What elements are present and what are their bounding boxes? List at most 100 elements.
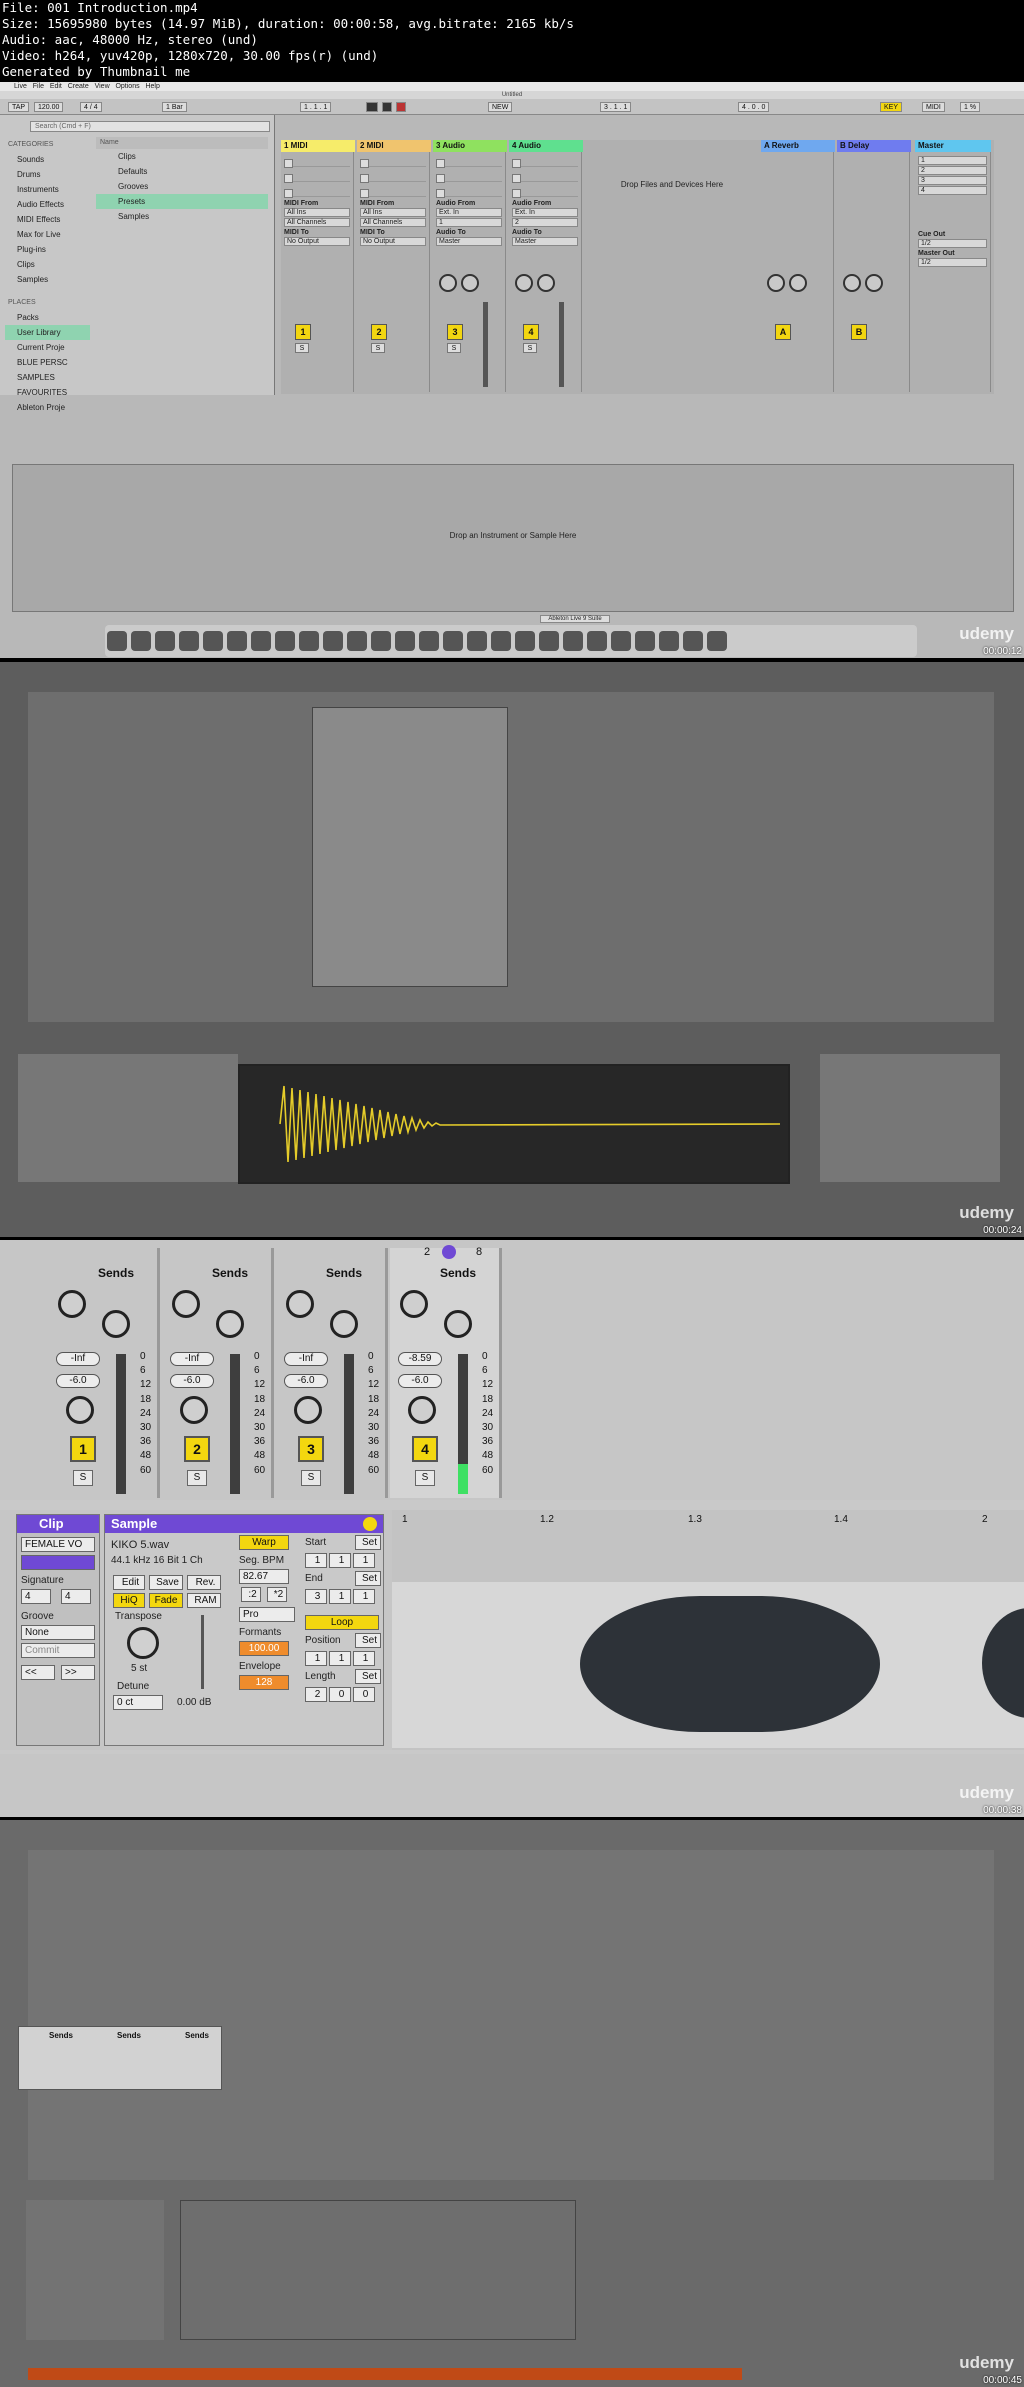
send-b-knob[interactable] (330, 1310, 358, 1338)
send-b-knob[interactable] (865, 274, 883, 292)
pan-value[interactable]: -6.0 (398, 1374, 442, 1388)
place-user-library[interactable]: User Library (5, 325, 90, 340)
new-button[interactable]: NEW (488, 102, 513, 112)
start-bar[interactable]: 1 (305, 1553, 327, 1568)
end-bar[interactable]: 3 (305, 1589, 327, 1604)
master-out-select[interactable]: 1/2 (918, 258, 987, 267)
groove-select[interactable]: None (21, 1625, 95, 1640)
send-b-knob[interactable] (789, 274, 807, 292)
drop-files-area[interactable]: Drop Files and Devices Here (587, 180, 757, 189)
play-icon[interactable] (366, 102, 378, 112)
master-title[interactable]: Master (915, 140, 991, 152)
nudge-back-button[interactable]: << (21, 1665, 55, 1680)
menu-edit[interactable]: Edit (50, 83, 62, 90)
track-title-2[interactable]: 2 MIDI (357, 140, 431, 152)
menu-file[interactable]: File (33, 83, 44, 90)
signature-denominator[interactable]: 4 (61, 1589, 91, 1604)
send-a-knob[interactable] (439, 274, 457, 292)
category-audio-effects[interactable]: Audio Effects (5, 197, 90, 212)
clip-slot[interactable] (512, 185, 578, 197)
place-blue-persc[interactable]: BLUE PERSC (5, 355, 90, 370)
sample-waveform-editor[interactable]: 1 1.2 1.3 1.4 2 (392, 1510, 1024, 1750)
start-beat[interactable]: 1 (329, 1553, 351, 1568)
output-select[interactable]: No Output (284, 237, 350, 246)
track-title-1[interactable]: 1 MIDI (281, 140, 355, 152)
transpose-knob[interactable] (127, 1627, 159, 1659)
end-beat[interactable]: 1 (329, 1589, 351, 1604)
category-instruments[interactable]: Instruments (5, 182, 90, 197)
device-view[interactable]: Drop an Instrument or Sample Here (12, 464, 1014, 612)
solo-button[interactable]: S (371, 343, 385, 353)
beat-ruler[interactable]: 1 1.2 1.3 1.4 2 (392, 1514, 1024, 1526)
app-icon[interactable] (203, 631, 223, 651)
live-icon[interactable] (443, 631, 463, 651)
category-samples[interactable]: Samples (5, 272, 90, 287)
clip-slot[interactable] (436, 185, 502, 197)
volume-value[interactable]: -8.59 (398, 1352, 442, 1366)
clip-slot[interactable] (360, 185, 426, 197)
launch-icon[interactable] (363, 1517, 377, 1531)
envelope-field[interactable]: 128 (239, 1675, 289, 1690)
category-sounds[interactable]: Sounds (5, 152, 90, 167)
detune-field[interactable]: 0 ct (113, 1695, 163, 1710)
double-tempo-button[interactable]: *2 (267, 1587, 287, 1602)
track-title-3[interactable]: 3 Audio (433, 140, 507, 152)
send-b-knob[interactable] (216, 1310, 244, 1338)
place-ableton-project[interactable]: Ableton Proje (5, 400, 90, 415)
solo-button[interactable]: S (73, 1470, 93, 1486)
fade-button[interactable]: Fade (149, 1593, 183, 1608)
app-icon[interactable] (395, 631, 415, 651)
volume-value[interactable]: -Inf (56, 1352, 100, 1366)
length-sixteenth[interactable]: 0 (353, 1687, 375, 1702)
category-midi-effects[interactable]: MIDI Effects (5, 212, 90, 227)
loop-button[interactable]: Loop (305, 1615, 379, 1630)
app-icon[interactable] (515, 631, 535, 651)
track-activator-3[interactable]: 3 (447, 324, 463, 340)
position-sixteenth[interactable]: 1 (353, 1651, 375, 1666)
length-bar[interactable]: 2 (305, 1687, 327, 1702)
set-length-button[interactable]: Set (355, 1669, 381, 1684)
chrome-icon[interactable] (179, 631, 199, 651)
solo-button[interactable]: S (187, 1470, 207, 1486)
folder-clips[interactable]: Clips (96, 149, 268, 164)
app-icon[interactable] (347, 631, 367, 651)
waveform-area[interactable] (392, 1582, 1024, 1748)
record-icon[interactable] (396, 102, 406, 112)
input-type-select[interactable]: All Ins (360, 208, 426, 217)
pan-knob[interactable] (180, 1396, 208, 1424)
solo-button[interactable]: S (295, 343, 309, 353)
place-samples[interactable]: SAMPLES (5, 370, 90, 385)
trash-icon[interactable] (707, 631, 727, 651)
name-column-header[interactable]: Name (96, 137, 268, 149)
place-packs[interactable]: Packs (5, 310, 90, 325)
finder-icon[interactable] (107, 631, 127, 651)
input-type-select[interactable]: Ext. In (436, 208, 502, 217)
solo-button[interactable]: S (523, 343, 537, 353)
send-b-knob[interactable] (102, 1310, 130, 1338)
folder-defaults[interactable]: Defaults (96, 164, 268, 179)
tap-button[interactable]: TAP (8, 102, 30, 112)
track-activator-4[interactable]: 4 (523, 324, 539, 340)
return-activator-a[interactable]: A (775, 324, 791, 340)
app-icon[interactable] (275, 631, 295, 651)
clip-slot[interactable] (284, 155, 350, 167)
clip-slot[interactable] (436, 155, 502, 167)
output-select[interactable]: Master (512, 237, 578, 246)
app-icon[interactable] (563, 631, 583, 651)
start-sixteenth[interactable]: 1 (353, 1553, 375, 1568)
input-type-select[interactable]: Ext. In (512, 208, 578, 217)
ram-button[interactable]: RAM (187, 1593, 221, 1608)
record-arm-indicator[interactable] (442, 1245, 456, 1259)
volume-value[interactable]: -Inf (170, 1352, 214, 1366)
pan-knob[interactable] (66, 1396, 94, 1424)
track-activator-3[interactable]: 3 (298, 1436, 324, 1462)
length-beat[interactable]: 0 (329, 1687, 351, 1702)
folder-icon[interactable] (659, 631, 679, 651)
calendar-icon[interactable] (131, 631, 151, 651)
track-activator-1[interactable]: 1 (295, 324, 311, 340)
tempo-field[interactable]: 120.00 (34, 102, 64, 112)
return-title-b[interactable]: B Delay (837, 140, 911, 152)
set-position-button[interactable]: Set (355, 1633, 381, 1648)
pan-value[interactable]: -6.0 (56, 1374, 100, 1388)
output-select[interactable]: Master (436, 237, 502, 246)
